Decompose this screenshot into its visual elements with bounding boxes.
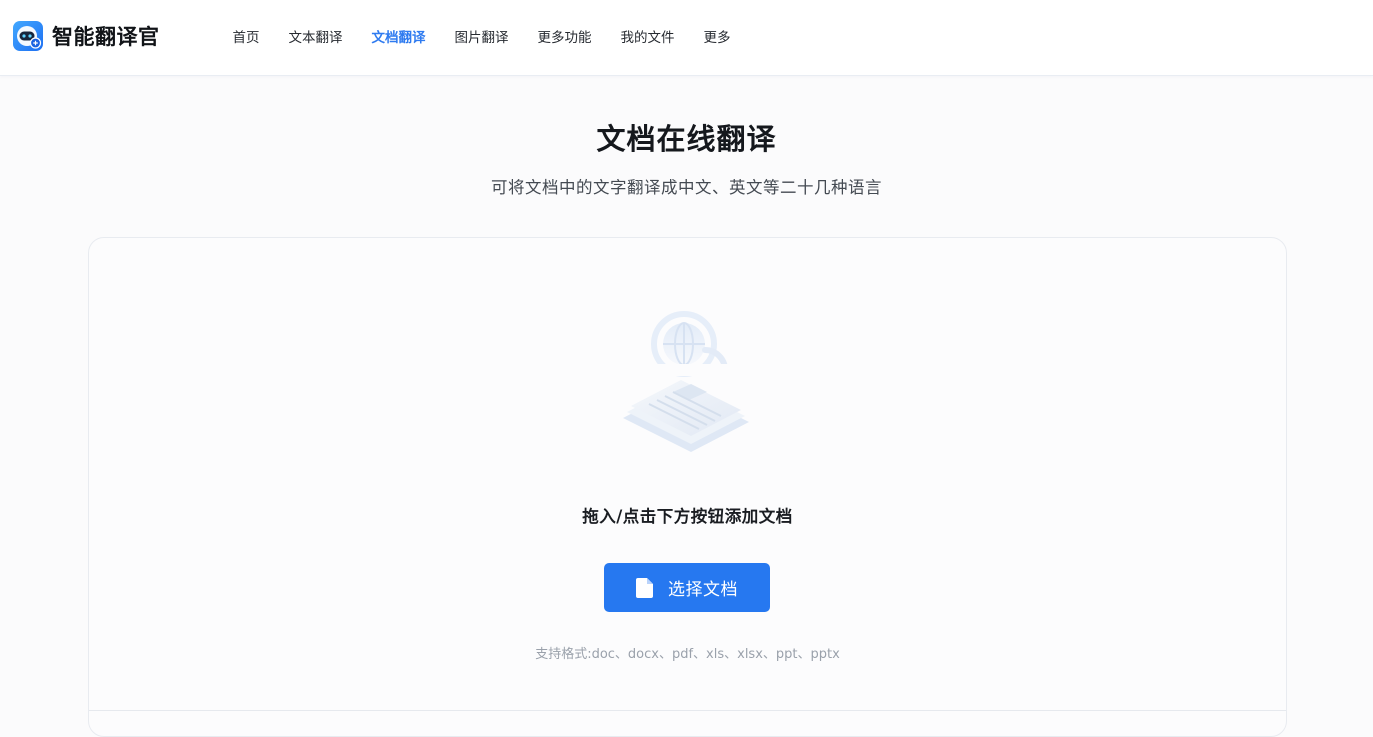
page-title: 文档在线翻译 bbox=[596, 122, 777, 156]
nav-document-translate[interactable]: 文档翻译 bbox=[372, 26, 426, 46]
globe-document-icon bbox=[609, 306, 769, 466]
nav-image-translate[interactable]: 图片翻译 bbox=[455, 26, 509, 46]
drop-hint: 拖入/点击下方按钮添加文档 bbox=[582, 507, 793, 526]
file-icon bbox=[636, 577, 653, 598]
select-document-button[interactable]: 选择文档 bbox=[604, 563, 770, 612]
nav-text-translate[interactable]: 文本翻译 bbox=[289, 26, 343, 46]
top-header: 智能翻译官 首页 文本翻译 文档翻译 图片翻译 更多功能 我的文件 更多 bbox=[0, 0, 1373, 76]
upload-dropzone[interactable]: 拖入/点击下方按钮添加文档 选择文档 支持格式:doc、docx、pdf、xls… bbox=[88, 237, 1287, 737]
nav-more[interactable]: 更多 bbox=[704, 26, 731, 46]
logo[interactable]: 智能翻译官 bbox=[13, 21, 160, 51]
nav-more-features[interactable]: 更多功能 bbox=[538, 26, 592, 46]
nav-home[interactable]: 首页 bbox=[233, 26, 260, 46]
select-document-label: 选择文档 bbox=[668, 580, 738, 600]
card-divider bbox=[89, 710, 1286, 711]
brand-name: 智能翻译官 bbox=[52, 25, 160, 49]
main-nav: 首页 文本翻译 文档翻译 图片翻译 更多功能 我的文件 更多 bbox=[218, 0, 745, 72]
supported-formats: 支持格式:doc、docx、pdf、xls、xlsx、ppt、pptx bbox=[535, 647, 840, 662]
page-subtitle: 可将文档中的文字翻译成中文、英文等二十几种语言 bbox=[491, 178, 882, 197]
nav-my-files[interactable]: 我的文件 bbox=[621, 26, 675, 46]
robot-logo-icon bbox=[13, 21, 43, 51]
